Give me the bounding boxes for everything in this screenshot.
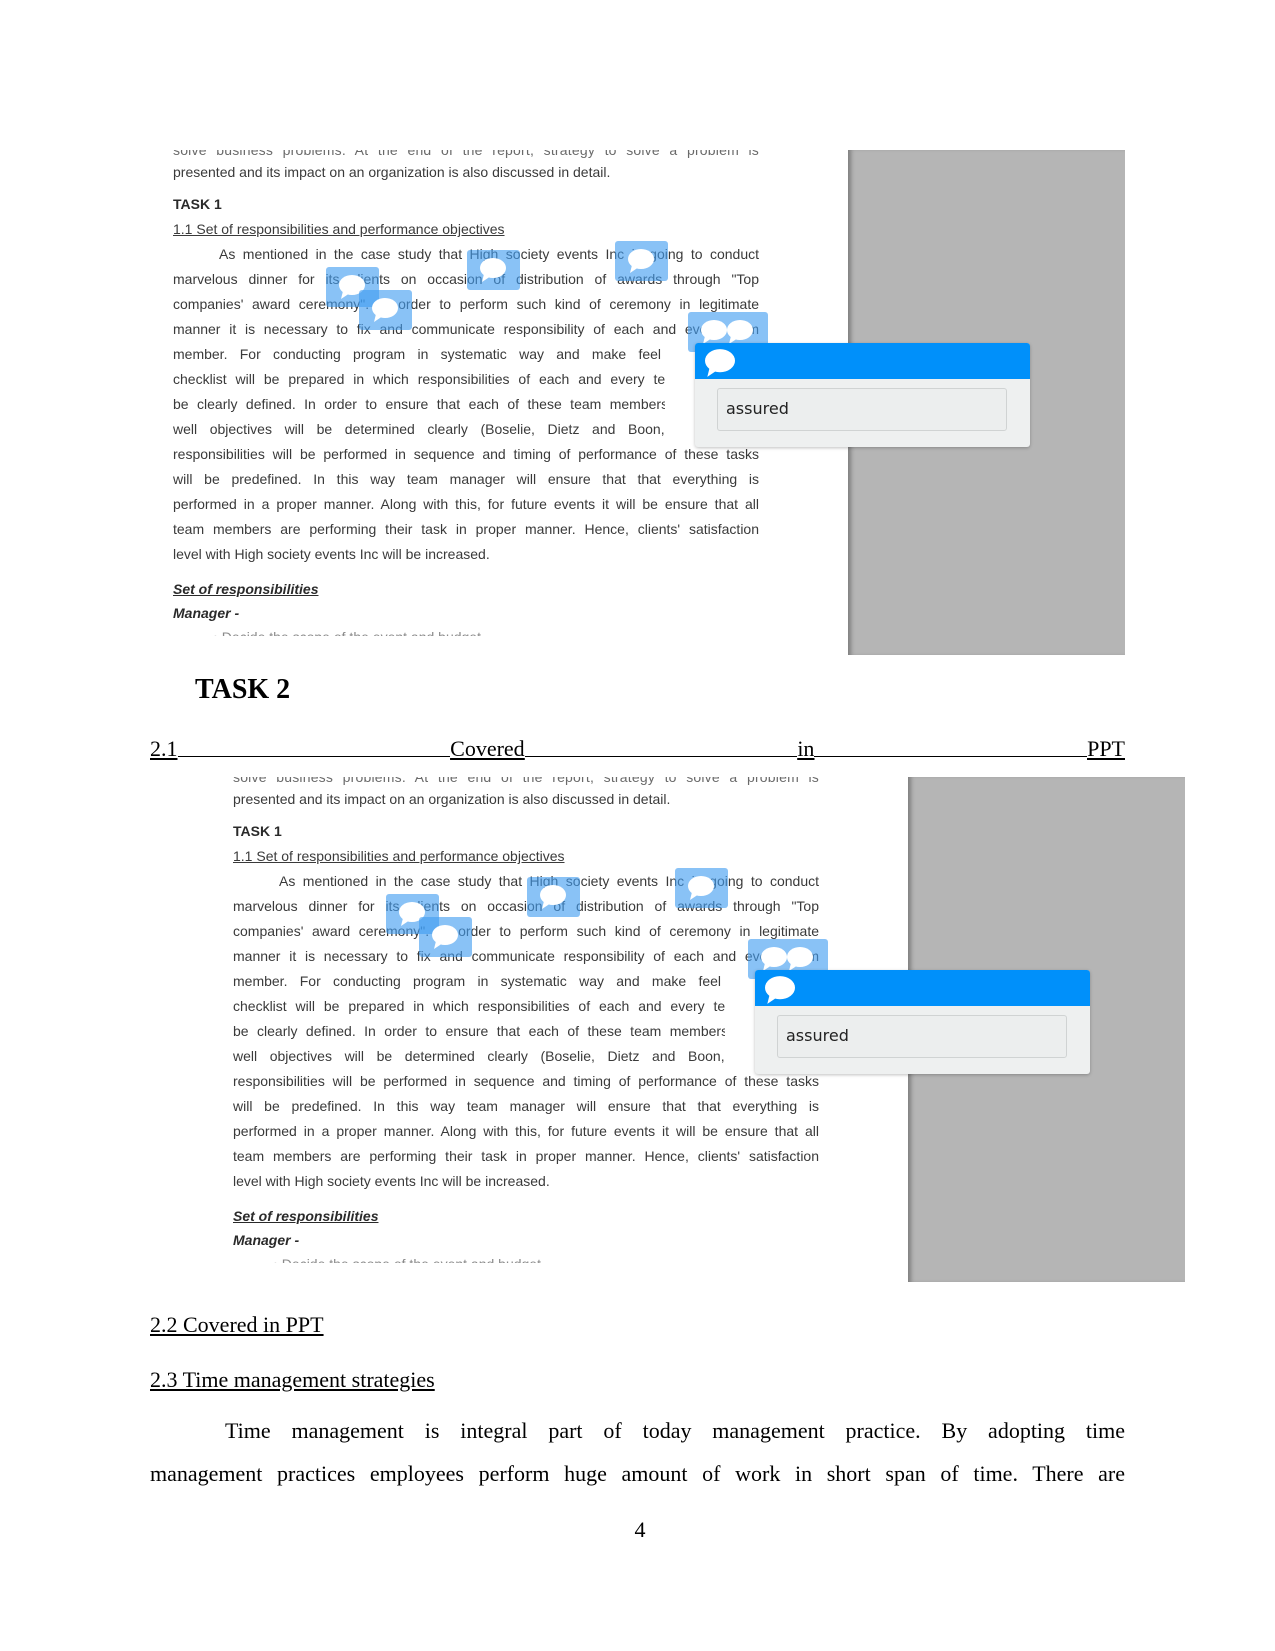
screenshot-text-line: 1.1 Set of responsibilities and performa… xyxy=(173,221,505,237)
speech-bubble-icon xyxy=(787,947,813,971)
screenshot-text-line: well objectives will be determined clear… xyxy=(173,421,713,437)
comment-marker[interactable] xyxy=(467,250,520,290)
screenshot-text-line: manner it is necessary to fix and commun… xyxy=(233,948,819,964)
screenshot-text-line: Manager - xyxy=(173,605,240,621)
screenshot-text-line: member. For conducting program in system… xyxy=(173,346,713,362)
screenshot-text-line: • Decide the scope of the event and budg… xyxy=(273,1256,541,1272)
screenshot-text-line: marvelous dinner for its clients on occa… xyxy=(233,898,819,914)
comment-text-field[interactable]: assured xyxy=(777,1015,1067,1058)
comment-popup-header xyxy=(695,343,1030,379)
screenshot-text-line: manner it is necessary to fix and commun… xyxy=(173,321,759,337)
screenshot-text-line: Set of responsibilities xyxy=(233,1208,379,1224)
screenshot-text-line: marvelous dinner for its clients on occa… xyxy=(173,271,759,287)
screenshot-text-line: level with High society events Inc will … xyxy=(173,546,490,562)
screenshot-text-line: As mentioned in the case study that High… xyxy=(219,246,759,262)
time-management-paragraph: Time management is integral part of toda… xyxy=(150,1409,1125,1495)
screenshot-text-line: will be predefined. In this way team man… xyxy=(233,1098,819,1114)
screenshot-text-line: companies' award ceremony". In order to … xyxy=(173,296,759,312)
screenshot-text-line: be clearly defined. In order to ensure t… xyxy=(173,396,713,412)
screenshot-text-line: Set of responsibilities xyxy=(173,581,319,597)
embedded-screenshot-2: solve business problems. At the end of t… xyxy=(220,777,1185,1282)
speech-bubble-icon xyxy=(480,258,506,282)
screenshot-text-line: checklist will be prepared in which resp… xyxy=(173,371,713,387)
screenshot-text-line: level with High society events Inc will … xyxy=(233,1173,550,1189)
section-2-2-heading: 2.2 Covered in PPT xyxy=(150,1312,324,1337)
speech-bubble-icon xyxy=(372,298,398,322)
section-2-3-heading: 2.3 Time management strategies xyxy=(150,1367,435,1392)
comment-text-field[interactable]: assured xyxy=(717,388,1007,431)
screenshot-text-line: TASK 1 xyxy=(173,196,222,212)
comment-marker[interactable] xyxy=(359,290,412,330)
screenshot-text-line: team members are performing their task i… xyxy=(233,1148,819,1164)
screenshot-text-line: well objectives will be determined clear… xyxy=(233,1048,773,1064)
speech-bubble-icon xyxy=(727,320,753,344)
section-2-1-word-ppt: PPT xyxy=(1087,736,1125,761)
screenshot-text-line: team members are performing their task i… xyxy=(173,521,759,537)
screenshot-text-line: As mentioned in the case study that High… xyxy=(279,873,819,889)
screenshot-text-line: checklist will be prepared in which resp… xyxy=(233,998,773,1014)
speech-bubble-icon xyxy=(628,249,654,273)
screenshot-text-line: performed in a proper manner. Along with… xyxy=(173,496,759,512)
comment-marker[interactable] xyxy=(527,877,580,917)
screenshot-text-line: presented and its impact on an organizat… xyxy=(233,791,671,807)
screenshot-text-line: will be predefined. In this way team man… xyxy=(173,471,759,487)
speech-bubble-icon xyxy=(765,976,795,1004)
section-2-1-word-in: in xyxy=(797,736,815,761)
screenshot-text-line: companies' award ceremony". In order to … xyxy=(233,923,819,939)
paragraph-line: Time management is integral part of toda… xyxy=(225,1418,1125,1443)
embedded-screenshot-1: solve business problems. At the end of t… xyxy=(160,150,1125,655)
speech-bubble-icon xyxy=(761,947,787,971)
screenshot-text-line: solve business problems. At the end of t… xyxy=(173,150,759,158)
comment-marker[interactable] xyxy=(419,917,472,957)
task2-heading: TASK 2 xyxy=(195,674,291,705)
screenshot-text-line: Manager - xyxy=(233,1232,300,1248)
screenshot-text-line: member. For conducting program in system… xyxy=(233,973,773,989)
speech-bubble-icon xyxy=(540,885,566,909)
comment-popup: assured xyxy=(755,970,1090,1074)
comment-popup-header xyxy=(755,970,1090,1006)
screenshot-text-line: solve business problems. At the end of t… xyxy=(233,777,819,785)
speech-bubble-icon xyxy=(432,925,458,949)
screenshot-text-line: • Decide the scope of the event and budg… xyxy=(213,629,481,645)
comment-marker[interactable] xyxy=(675,868,728,908)
screenshot-text-line: be clearly defined. In order to ensure t… xyxy=(233,1023,773,1039)
screenshot-text-line: responsibilities will be performed in se… xyxy=(173,446,759,462)
paragraph-line: management practices employees perform h… xyxy=(150,1461,1125,1486)
section-2-1-heading: 2.1 Covered in PPT xyxy=(150,736,1125,762)
section-2-1-number: 2.1 xyxy=(150,736,178,761)
screenshot-text-line: performed in a proper manner. Along with… xyxy=(233,1123,819,1139)
screenshot-text-line: TASK 1 xyxy=(233,823,282,839)
comment-popup: assured xyxy=(695,343,1030,447)
section-2-1-word-covered: Covered xyxy=(450,736,525,761)
screenshot-text-line: presented and its impact on an organizat… xyxy=(173,164,611,180)
comment-marker[interactable] xyxy=(615,241,668,281)
screenshot-text-line: responsibilities will be performed in se… xyxy=(233,1073,819,1089)
page-number: 4 xyxy=(634,1517,646,1542)
speech-bubble-icon xyxy=(701,320,727,344)
speech-bubble-icon xyxy=(688,876,714,900)
speech-bubble-icon xyxy=(705,349,735,377)
document-page: solve business problems. At the end of t… xyxy=(0,0,1275,1651)
screenshot-text-line: 1.1 Set of responsibilities and performa… xyxy=(233,848,565,864)
